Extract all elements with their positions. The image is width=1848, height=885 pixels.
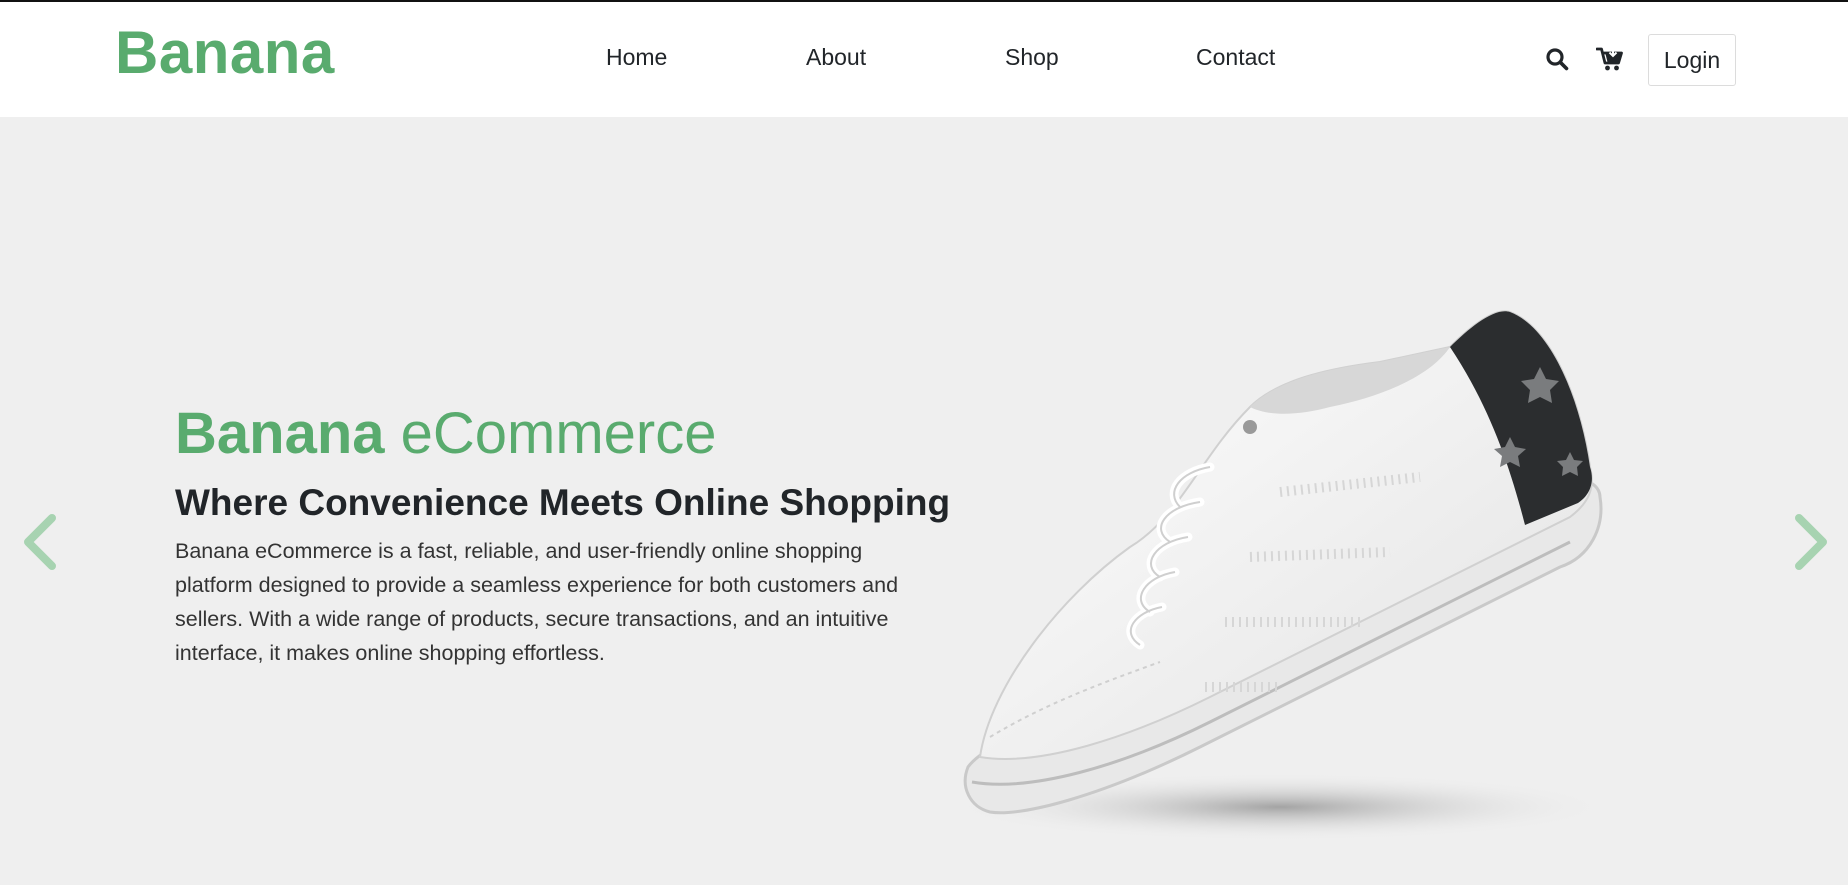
brand-logo[interactable]: Banana <box>115 18 335 87</box>
nav-about[interactable]: About <box>806 44 866 71</box>
chevron-right-icon <box>1795 514 1827 570</box>
hero-subtitle: Where Convenience Meets Online Shopping <box>175 482 951 523</box>
hero-description: Banana eCommerce is a fast, reliable, an… <box>175 539 899 665</box>
carousel-next-button[interactable] <box>1785 512 1835 572</box>
nav-contact[interactable]: Contact <box>1196 44 1275 71</box>
search-icon[interactable] <box>1540 42 1574 76</box>
login-button[interactable]: Login <box>1648 34 1736 86</box>
cart-icon[interactable] <box>1593 42 1627 76</box>
hero-carousel: Banana eCommerce Where Convenience Meets… <box>0 117 1848 885</box>
site-header: Banana Home About Shop Contact Login <box>0 2 1848 117</box>
chevron-left-icon <box>24 514 56 570</box>
hero-product-image <box>950 310 1610 841</box>
nav-shop[interactable]: Shop <box>1005 44 1059 71</box>
carousel-prev-button[interactable] <box>16 512 66 572</box>
hero-title-suffix: eCommerce <box>400 401 717 466</box>
nav-home[interactable]: Home <box>606 44 667 71</box>
hero-title: Banana eCommerce <box>175 400 717 467</box>
hero-title-brand: Banana <box>175 401 385 466</box>
